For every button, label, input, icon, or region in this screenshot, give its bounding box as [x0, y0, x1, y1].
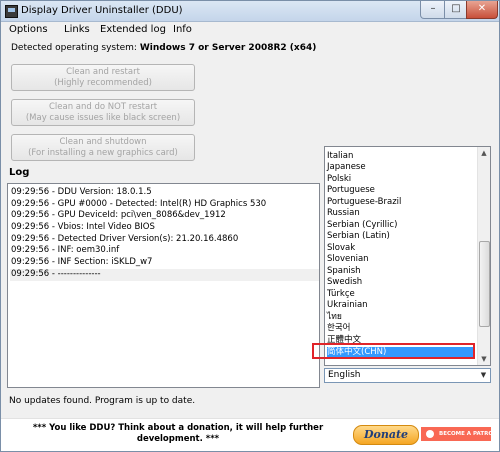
- clean-and-shutdown-button[interactable]: Clean and shutdown (For installing a new…: [11, 134, 195, 161]
- minimize-button[interactable]: –: [420, 1, 446, 19]
- app-icon: [5, 5, 18, 18]
- donation-message: *** You like DDU? Think about a donation…: [32, 423, 324, 444]
- log-line[interactable]: 09:29:56 - INF Section: iSKLD_w7: [10, 257, 319, 269]
- log-listbox[interactable]: 09:29:56 - DDU Version: 18.0.1.5 09:29:5…: [7, 183, 320, 388]
- log-line[interactable]: 09:29:56 - GPU #0000 - Detected: Intel(R…: [10, 199, 319, 211]
- language-item[interactable]: Serbian (Latin): [327, 231, 475, 242]
- donate-button[interactable]: Donate: [353, 425, 419, 445]
- language-item[interactable]: Portuguese-Brazil: [327, 197, 475, 208]
- button-sublabel: (May cause issues like black screen): [25, 113, 181, 123]
- language-listbox[interactable]: Italian Japanese Polski Portuguese Portu…: [324, 146, 491, 366]
- menu-extended-log[interactable]: Extended log: [100, 24, 166, 35]
- language-item[interactable]: Slovenian: [327, 254, 475, 265]
- menu-links[interactable]: Links: [64, 24, 90, 35]
- menu-options[interactable]: Options: [9, 24, 48, 35]
- ddu-window: Display Driver Uninstaller (DDU) – □ ✕ O…: [0, 0, 500, 452]
- button-sublabel: (Highly recommended): [54, 78, 152, 88]
- language-item[interactable]: Italian: [327, 151, 475, 162]
- log-line[interactable]: 09:29:56 - DDU Version: 18.0.1.5: [10, 187, 319, 199]
- language-item[interactable]: Serbian (Cyrillic): [327, 220, 475, 231]
- scroll-down-arrow-icon[interactable]: ▼: [478, 353, 490, 365]
- detected-os-text: Detected operating system: Windows 7 or …: [11, 43, 316, 53]
- log-line[interactable]: 09:29:56 - GPU DeviceId: pci\ven_8086&de…: [10, 210, 319, 222]
- chevron-down-icon[interactable]: ▼: [477, 369, 490, 382]
- language-dropdown[interactable]: English ▼: [324, 368, 491, 383]
- button-label: Clean and do NOT restart: [48, 102, 158, 112]
- language-scrollbar[interactable]: ▲ ▼: [477, 147, 490, 365]
- log-line[interactable]: 09:29:56 - Vbios: Intel Video BIOS: [10, 222, 319, 234]
- button-label: Clean and shutdown: [59, 137, 147, 147]
- update-status-text: No updates found. Program is up to date.: [9, 396, 196, 406]
- become-patron-button[interactable]: BECOME A PATRON: [421, 427, 498, 441]
- log-line[interactable]: 09:29:56 - INF: oem30.inf: [10, 245, 319, 257]
- language-item[interactable]: Swedish: [327, 277, 475, 288]
- language-item[interactable]: Slovak: [327, 243, 475, 254]
- language-item[interactable]: Polski: [327, 174, 475, 185]
- window-title: Display Driver Uninstaller (DDU): [21, 5, 183, 16]
- language-item[interactable]: 正體中文: [327, 335, 475, 346]
- language-item[interactable]: Türkçe: [327, 289, 475, 300]
- language-item-selected[interactable]: 简体中文(CHN): [327, 346, 475, 358]
- clean-no-restart-button[interactable]: Clean and do NOT restart (May cause issu…: [11, 99, 195, 126]
- button-label: Clean and restart: [66, 67, 140, 77]
- scroll-up-arrow-icon[interactable]: ▲: [478, 147, 490, 159]
- menu-info[interactable]: Info: [173, 24, 192, 35]
- log-line[interactable]: 09:29:56 - --------------: [10, 268, 319, 281]
- scrollbar-thumb[interactable]: [479, 241, 490, 327]
- detected-os-prefix: Detected operating system:: [11, 43, 137, 53]
- button-sublabel: (For installing a new graphics card): [28, 148, 178, 158]
- language-item[interactable]: Ukrainian: [327, 300, 475, 311]
- log-label: Log: [9, 167, 30, 178]
- close-button[interactable]: ✕: [466, 1, 498, 19]
- language-item[interactable]: Russian: [327, 208, 475, 219]
- language-item[interactable]: Japanese: [327, 162, 475, 173]
- language-item[interactable]: ไทย: [327, 312, 475, 323]
- title-bar[interactable]: Display Driver Uninstaller (DDU) – □ ✕: [1, 1, 499, 22]
- menu-bar: Options Links Extended log Info: [1, 22, 499, 39]
- language-item[interactable]: Portuguese: [327, 185, 475, 196]
- log-line[interactable]: 09:29:56 - Detected Driver Version(s): 2…: [10, 234, 319, 246]
- language-item[interactable]: Spanish: [327, 266, 475, 277]
- clean-and-restart-button[interactable]: Clean and restart (Highly recommended): [11, 64, 195, 91]
- language-dropdown-value: English: [328, 370, 361, 380]
- become-patron-label: BECOME A PATRON: [439, 431, 498, 437]
- detected-os-value: Windows 7 or Server 2008R2 (x64): [139, 43, 317, 53]
- donation-footer: *** You like DDU? Think about a donation…: [1, 418, 499, 451]
- language-item[interactable]: 한국어: [327, 323, 475, 334]
- patreon-logo-icon: [426, 430, 434, 438]
- maximize-button[interactable]: □: [444, 1, 468, 19]
